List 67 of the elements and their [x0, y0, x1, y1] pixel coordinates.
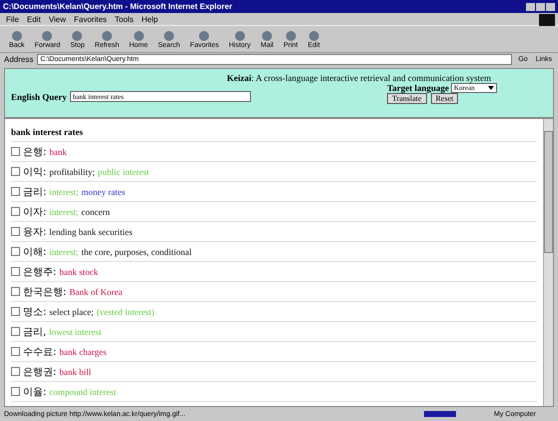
maximize-button[interactable]	[536, 2, 545, 10]
checkbox[interactable]	[11, 287, 20, 296]
scrollbar[interactable]	[543, 119, 553, 406]
checkbox[interactable]	[11, 307, 20, 316]
checkbox[interactable]	[11, 247, 20, 256]
translation-sense[interactable]: profitability;	[49, 166, 95, 176]
toolbar-icon	[261, 30, 274, 42]
toolbar-icon	[198, 30, 210, 42]
toolbar-icon	[10, 30, 23, 42]
translation-sense[interactable]: bank	[49, 146, 67, 156]
form-button[interactable]: Translate	[387, 93, 427, 104]
checkbox[interactable]	[11, 267, 20, 276]
checkbox[interactable]	[11, 347, 20, 356]
translation-sense[interactable]: select place;	[49, 306, 94, 316]
translation-sense[interactable]: concern	[81, 206, 110, 216]
checkbox[interactable]	[11, 227, 20, 236]
korean-term: 은행주:	[23, 266, 56, 278]
korean-term: 은행권:	[23, 366, 56, 378]
korean-term: 이익:	[23, 166, 46, 178]
checkbox[interactable]	[11, 187, 20, 196]
menu-item[interactable]: Favorites	[74, 14, 107, 24]
dropdown-arrow-icon	[488, 85, 494, 91]
target-language-label: Target language	[387, 83, 449, 93]
toolbar-icon	[284, 30, 297, 42]
korean-term: 한국은행:	[23, 286, 66, 298]
menu-item[interactable]: Edit	[26, 14, 41, 24]
translation-sense[interactable]: the core, purposes, conditional	[81, 246, 192, 256]
query-label: English Query	[11, 92, 67, 102]
checkbox[interactable]	[11, 367, 20, 376]
menu-item[interactable]: Tools	[114, 14, 134, 24]
translation-sense[interactable]: bank stock	[59, 266, 98, 276]
translation-sense[interactable]: bank charges	[59, 346, 106, 356]
korean-term: 융자:	[23, 226, 46, 238]
form-button[interactable]: Reset	[430, 93, 458, 104]
korean-term: 은행:	[23, 146, 46, 158]
translation-sense[interactable]: lending bank securities	[49, 226, 132, 236]
korean-term: 이자:	[23, 206, 46, 218]
korean-term: 명소:	[23, 306, 46, 318]
checkbox[interactable]	[11, 327, 20, 336]
minimize-button[interactable]	[526, 2, 535, 10]
checkbox[interactable]	[11, 147, 20, 156]
korean-term: 이해:	[23, 246, 46, 258]
toolbar-icon	[71, 30, 84, 42]
toolbar-icon	[132, 30, 145, 42]
korean-term: 금리:	[23, 186, 46, 198]
window-title: C:\Documents\Kelan\Query.htm - Microsoft Internet Explorer	[3, 2, 232, 11]
close-button[interactable]	[546, 2, 555, 10]
menu-item[interactable]: View	[48, 14, 66, 24]
toolbar-icon	[308, 30, 320, 42]
toolbar-icon	[41, 30, 54, 42]
address-label: Address	[4, 55, 34, 64]
toolbar-icon	[162, 30, 175, 42]
toolbar-icon	[100, 30, 113, 42]
translation-sense[interactable]: Bank of Korea	[69, 286, 122, 296]
checkbox[interactable]	[11, 207, 20, 216]
korean-term: 이율:	[23, 386, 46, 398]
translation-sense[interactable]: bank bill	[59, 366, 92, 376]
checkbox[interactable]	[11, 167, 20, 176]
checkbox[interactable]	[11, 387, 20, 396]
translation-sense[interactable]: money rates	[81, 186, 126, 196]
menu-item[interactable]: Help	[141, 14, 158, 24]
results-heading: bank interest rates	[11, 123, 537, 142]
korean-term: 수수료:	[23, 346, 56, 358]
menu-item[interactable]: File	[6, 14, 19, 24]
toolbar-icon	[234, 30, 246, 42]
korean-term: 금리,	[23, 326, 46, 338]
system-heading: Keizai: A cross-language interactive retrieval and communication system	[226, 73, 492, 83]
